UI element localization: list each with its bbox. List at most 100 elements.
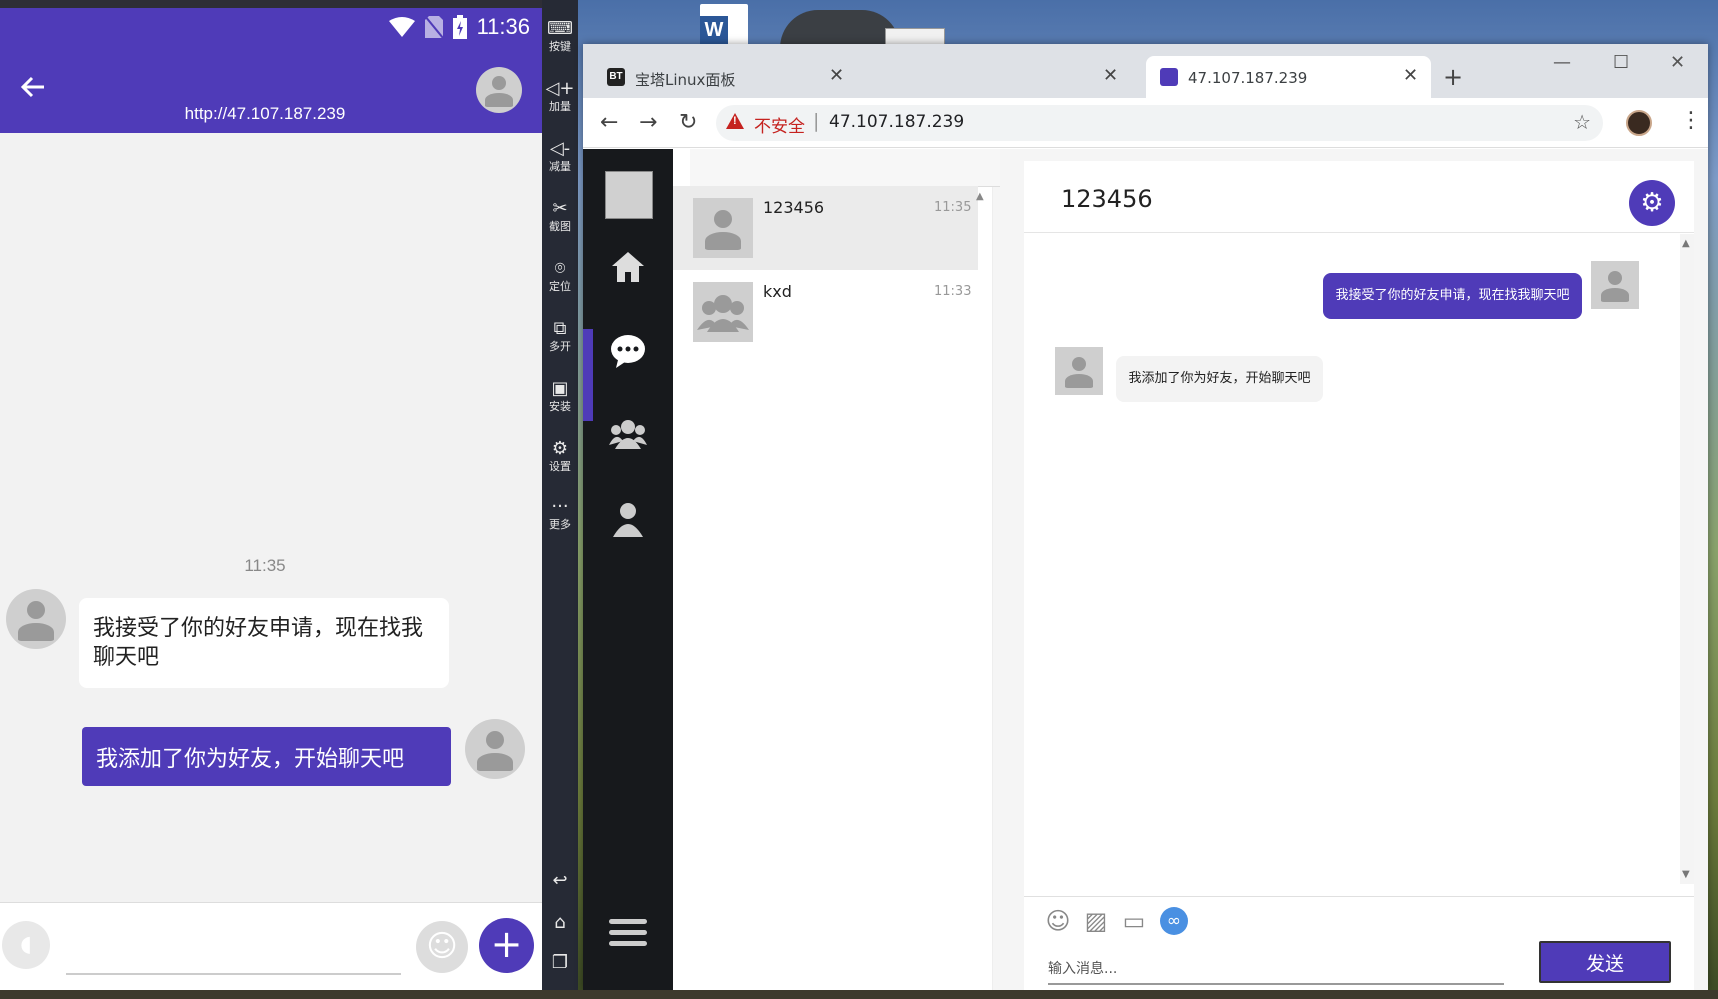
omnibox-separator: |: [813, 110, 820, 132]
incoming-message-bubble: 我添加了你为好友，开始聊天吧: [1116, 356, 1323, 402]
security-label[interactable]: 不安全: [754, 112, 805, 137]
link-icon[interactable]: ∞: [1160, 907, 1188, 935]
close-tab-icon[interactable]: ✕: [829, 65, 844, 86]
voice-input-button[interactable]: ◖: [2, 921, 50, 969]
phone-app-header: http://47.107.187.239: [0, 58, 542, 133]
site-favicon-icon: [1160, 68, 1178, 86]
tab-bt-panel[interactable]: BT 宝塔Linux面板 ✕: [593, 56, 855, 98]
web-page: 123456 11:35 kxd 11:33 ▲ 123456 ⚙ 我接受了你的…: [583, 149, 1708, 990]
toolbar-install[interactable]: ▣ 安装: [542, 378, 578, 414]
back-icon[interactable]: ←: [600, 110, 618, 135]
tab-blank[interactable]: ✕: [863, 56, 1125, 98]
close-window-button[interactable]: ✕: [1670, 52, 1685, 73]
reload-icon[interactable]: ↻: [679, 110, 697, 135]
bt-favicon-icon: BT: [607, 68, 625, 86]
omnibox[interactable]: 不安全 | 47.107.187.239 ☆: [716, 105, 1603, 141]
emulator-title-strip: [0, 0, 542, 8]
user-profile-icon[interactable]: [583, 501, 673, 546]
browser-window: BT 宝塔Linux面板 ✕ ✕ 47.107.187.239 ✕ + — ☐ …: [583, 44, 1708, 990]
incoming-avatar[interactable]: [6, 589, 66, 649]
back-arrow-icon[interactable]: [18, 72, 48, 102]
contact-avatar[interactable]: [476, 67, 522, 113]
emulator-phone-screen: 11:36 http://47.107.187.239 11:35 我接受了你的…: [0, 0, 542, 990]
toolbar-location[interactable]: ⌾ 定位: [542, 258, 578, 294]
chat-settings-button[interactable]: ⚙: [1629, 180, 1675, 226]
no-sim-icon: [424, 16, 443, 38]
folder-icon[interactable]: ▭: [1120, 907, 1148, 935]
url-text[interactable]: 47.107.187.239: [829, 112, 964, 132]
send-button[interactable]: 发送: [1539, 941, 1671, 983]
chat-scrollbar[interactable]: ▲ ▼: [1680, 234, 1694, 884]
new-tab-button[interactable]: +: [1443, 63, 1463, 91]
word-desktop-icon[interactable]: W: [700, 4, 748, 48]
gear-icon: ⚙: [551, 438, 569, 459]
toolbar-multi-open[interactable]: ⧉ 多开: [542, 318, 578, 354]
conversation-item[interactable]: 123456 11:35: [673, 186, 978, 270]
conversation-item[interactable]: kxd 11:33: [673, 270, 978, 354]
emoji-icon[interactable]: ☺: [1044, 907, 1072, 935]
forward-icon[interactable]: →: [639, 110, 657, 135]
android-recents-button[interactable]: ❐: [542, 952, 578, 974]
conversation-name: kxd: [763, 282, 792, 301]
close-tab-icon[interactable]: ✕: [1403, 65, 1418, 86]
bookmark-star-icon[interactable]: ☆: [1573, 110, 1591, 134]
phone-status-bar: 11:36: [0, 0, 542, 58]
phone-input-bar: ◖ ☺ +: [0, 902, 542, 990]
maximize-button[interactable]: ☐: [1613, 52, 1629, 73]
hamburger-menu-icon[interactable]: [609, 919, 647, 952]
chat-title: 123456: [1061, 185, 1153, 213]
toolbar-screenshot[interactable]: ✂ 截图: [542, 198, 578, 234]
toolbar-volume-up[interactable]: ◁+ 加量: [542, 78, 578, 114]
tab-active-site[interactable]: 47.107.187.239 ✕: [1146, 56, 1431, 98]
search-input[interactable]: [690, 149, 1000, 187]
conversation-list: 123456 11:35 kxd 11:33 ▲: [673, 149, 1000, 990]
desktop-wallpaper-dome: [780, 10, 900, 48]
more-icon: ···: [551, 496, 569, 517]
outgoing-avatar[interactable]: [465, 719, 525, 779]
app-sidebar: [583, 149, 673, 990]
scissors-icon: ✂: [552, 198, 568, 219]
profile-avatar-icon[interactable]: [1626, 110, 1652, 136]
recents-icon: ❐: [551, 952, 569, 973]
incoming-avatar[interactable]: [1055, 347, 1103, 395]
multi-open-icon: ⧉: [553, 318, 567, 339]
phone-message-input[interactable]: [66, 917, 401, 975]
emulator-toolbar: ⌨ 按键 ◁+ 加量 ◁- 减量 ✂ 截图 ⌾ 定位 ⧉ 多开 ▣ 安装 ⚙ 设置 ··· 更多 …: [542, 0, 578, 990]
group-icon[interactable]: [583, 417, 673, 458]
android-back-button[interactable]: ↩: [542, 870, 578, 892]
image-icon[interactable]: ▨: [1082, 907, 1110, 935]
keyboard-icon: ⌨: [547, 18, 573, 39]
android-home-button[interactable]: ⌂: [542, 912, 578, 934]
outgoing-message-bubble: 我添加了你为好友，开始聊天吧: [82, 727, 451, 786]
home-outline-icon: ⌂: [554, 912, 566, 933]
list-scroll-up-arrow[interactable]: ▲: [976, 191, 984, 202]
toolbar-more[interactable]: ··· 更多: [542, 496, 578, 532]
message-area: 我接受了你的好友申请，现在找我聊天吧 我添加了你为好友，开始聊天吧 ▲ ▼: [1024, 234, 1694, 884]
message-timestamp: 11:35: [244, 556, 286, 575]
status-time: 11:36: [476, 14, 530, 39]
chat-bubble-icon[interactable]: [583, 333, 673, 378]
chat-composer: ☺ ▨ ▭ ∞ 发送: [1024, 896, 1694, 990]
conversation-time: 11:35: [934, 200, 972, 215]
battery-charging-icon: [452, 15, 467, 39]
volume-down-icon: ◁-: [549, 138, 571, 159]
emoji-button[interactable]: ☺: [416, 921, 468, 973]
browser-menu-icon[interactable]: ⋮: [1680, 108, 1702, 133]
desktop-bottom-strip: [0, 990, 1718, 999]
toolbar-keys[interactable]: ⌨ 按键: [542, 18, 578, 54]
outgoing-avatar[interactable]: [1591, 261, 1639, 309]
toolbar-volume-down[interactable]: ◁- 减量: [542, 138, 578, 174]
toolbar-settings[interactable]: ⚙ 设置: [542, 438, 578, 474]
wifi-icon: [388, 17, 415, 37]
tab-strip: BT 宝塔Linux面板 ✕ ✕ 47.107.187.239 ✕ + — ☐ …: [583, 44, 1708, 98]
outgoing-message-bubble: 我接受了你的好友申请，现在找我聊天吧: [1323, 273, 1582, 319]
add-attachment-button[interactable]: +: [479, 918, 534, 973]
apk-install-icon: ▣: [551, 378, 569, 399]
close-tab-icon[interactable]: ✕: [1103, 65, 1118, 86]
message-input[interactable]: [1048, 955, 1504, 985]
minimize-button[interactable]: —: [1553, 52, 1571, 73]
gear-icon: ⚙: [1640, 188, 1664, 218]
group-avatar: [693, 282, 753, 342]
home-icon[interactable]: [583, 249, 673, 294]
conversation-avatar: [693, 198, 753, 258]
